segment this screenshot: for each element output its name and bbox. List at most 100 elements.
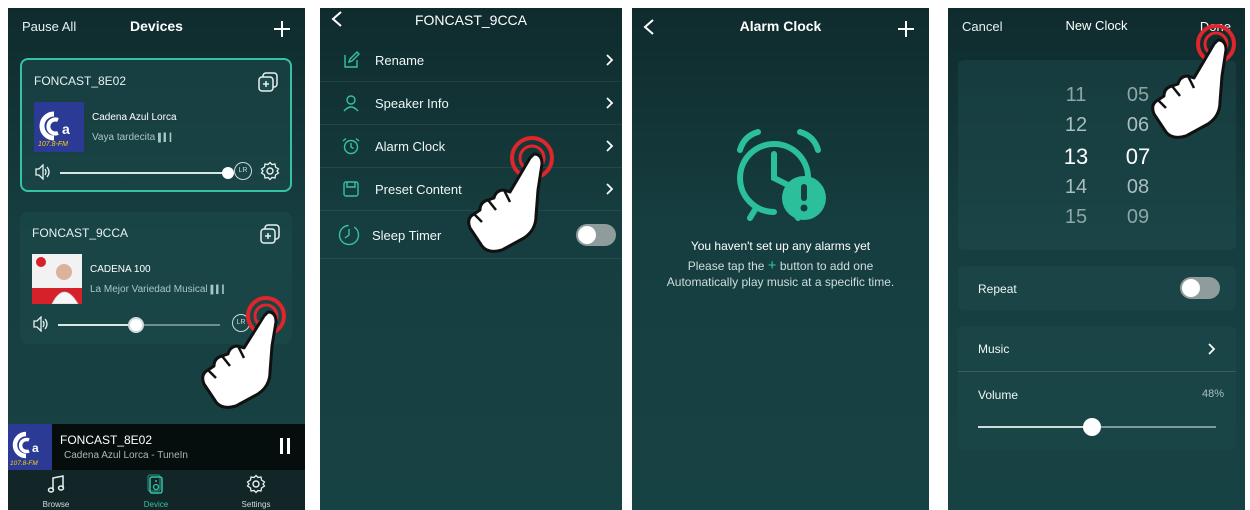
new-clock-header: Cancel New Clock Done <box>948 8 1245 48</box>
alarm-clock-header: Alarm Clock <box>632 8 929 48</box>
hour-option[interactable]: 11 <box>1056 84 1096 107</box>
svg-text:a: a <box>62 121 70 137</box>
new-clock-screen: Cancel New Clock Done 11 12 13 14 15 05 … <box>948 8 1245 510</box>
tab-settings[interactable]: Settings <box>216 474 296 509</box>
lr-channel-badge[interactable]: LR <box>234 162 252 180</box>
now-playing-bar[interactable]: a 107.8-FM FONCAST_8E02 Cadena Azul Lorc… <box>8 424 305 470</box>
station-subtitle: La Mejor Variedad Musical ▌▍▎ <box>90 284 229 295</box>
tab-label: Device <box>143 500 169 509</box>
hour-option[interactable]: 15 <box>1056 206 1096 229</box>
svg-text:107.8-FM: 107.8-FM <box>38 141 68 148</box>
toggle-knob <box>578 226 596 244</box>
cadena-100-logo <box>32 254 82 305</box>
volume-icon[interactable] <box>34 164 52 180</box>
music-note-icon <box>47 475 65 493</box>
menu-item-sleep-timer[interactable]: Sleep Timer <box>320 211 622 259</box>
music-label: Music <box>978 342 1010 356</box>
device-menu-header: FONCAST_9CCA <box>320 8 622 40</box>
volume-slider[interactable] <box>60 167 234 179</box>
minute-option[interactable]: 09 <box>1118 206 1158 229</box>
lr-channel-badge[interactable]: LR <box>232 314 250 332</box>
chevron-right-icon <box>606 97 614 109</box>
edit-icon <box>344 51 360 68</box>
hour-selected[interactable]: 13 <box>1056 144 1096 170</box>
add-alarm-button[interactable] <box>897 14 915 42</box>
menu-item-alarm-clock[interactable]: Alarm Clock <box>320 125 622 168</box>
now-playing-art: a 107.8-FM <box>8 424 52 470</box>
volume-knob[interactable] <box>222 167 234 179</box>
tab-device[interactable]: Device <box>116 474 196 509</box>
device-menu-screen: FONCAST_9CCA Rename Speaker Info Alarm C… <box>320 8 622 510</box>
plus-icon: + <box>767 257 777 274</box>
volume-slider[interactable] <box>58 319 220 331</box>
pause-icon[interactable] <box>279 438 291 454</box>
preset-icon <box>343 181 359 197</box>
menu-item-label: Preset Content <box>375 182 462 197</box>
tab-label: Settings <box>241 500 271 509</box>
menu-item-preset-content[interactable]: Preset Content <box>320 168 622 211</box>
group-icon[interactable] <box>258 72 278 92</box>
device-name: FONCAST_9CCA <box>32 226 129 240</box>
gear-icon[interactable] <box>258 313 278 333</box>
chevron-right-icon <box>606 183 614 195</box>
music-row[interactable]: Music <box>958 326 1236 372</box>
group-icon[interactable] <box>260 224 280 244</box>
volume-icon[interactable] <box>32 316 50 332</box>
svg-text:107.8-FM: 107.8-FM <box>10 460 38 467</box>
station-name: CADENA 100 <box>90 264 151 275</box>
device-card[interactable]: FONCAST_9CCA CADENA 100 La Mejor Varieda… <box>20 212 292 344</box>
person-icon <box>343 95 359 112</box>
devices-header: Pause All Devices <box>8 8 305 48</box>
device-card[interactable]: FONCAST_8E02 a 107.8-FM Cadena Azul Lorc… <box>20 58 292 192</box>
svg-text:a: a <box>32 441 39 455</box>
menu-item-label: Speaker Info <box>375 96 449 111</box>
sleep-timer-toggle[interactable] <box>576 224 616 246</box>
music-volume-panel: Music Volume 48% <box>958 326 1236 450</box>
volume-knob[interactable] <box>1083 418 1102 436</box>
page-title: Alarm Clock <box>739 18 822 34</box>
station-subtitle: Vaya tardecita ▌▍▎ <box>92 132 176 143</box>
repeat-label: Repeat <box>978 282 1017 296</box>
tab-label: Browse <box>42 500 70 509</box>
gear-icon <box>246 474 266 494</box>
speaker-icon <box>147 474 163 494</box>
alarm-warning-icon <box>737 129 826 221</box>
chevron-right-icon <box>606 140 614 152</box>
add-device-button[interactable] <box>273 14 291 42</box>
now-playing-subtitle: Cadena Azul Lorca - TuneIn <box>64 450 188 461</box>
repeat-row[interactable]: Repeat <box>958 266 1236 310</box>
empty-state-line1: You haven't set up any alarms yet <box>690 239 871 253</box>
station-name: Cadena Azul Lorca <box>92 112 177 123</box>
volume-knob[interactable] <box>129 319 142 331</box>
menu-item-label: Alarm Clock <box>375 139 446 154</box>
page-title: Devices <box>130 18 183 34</box>
empty-state-line2: Please tap the + button to add one <box>687 257 874 274</box>
tab-browse[interactable]: Browse <box>16 474 96 509</box>
alarm-clock-screen: Alarm Clock You haven't set up any alarm… <box>632 8 929 510</box>
gear-icon[interactable] <box>260 161 280 181</box>
station-logo: a 107.8-FM <box>34 102 84 152</box>
minute-option[interactable]: 05 <box>1118 84 1158 107</box>
menu-item-label: Rename <box>375 53 425 68</box>
minute-selected[interactable]: 07 <box>1118 144 1158 170</box>
repeat-toggle[interactable] <box>1180 277 1220 299</box>
station-logo <box>32 254 82 305</box>
timer-icon <box>338 224 360 246</box>
bottom-tab-bar: Browse Device Settings <box>8 470 305 510</box>
page-title: FONCAST_9CCA <box>414 12 528 28</box>
minute-option[interactable]: 08 <box>1118 176 1158 199</box>
now-playing-title: FONCAST_8E02 <box>60 433 153 447</box>
minute-option[interactable]: 06 <box>1118 114 1158 137</box>
device-name: FONCAST_8E02 <box>34 74 127 88</box>
hour-option[interactable]: 12 <box>1056 114 1096 137</box>
cadena-azul-logo: a 107.8-FM <box>34 102 84 152</box>
devices-screen: Pause All Devices FONCAST_8E02 a 107.8-F… <box>8 8 305 510</box>
done-button[interactable]: Done <box>1200 19 1231 34</box>
menu-item-speaker-info[interactable]: Speaker Info <box>320 82 622 125</box>
hour-option[interactable]: 14 <box>1056 176 1096 199</box>
volume-slider[interactable] <box>978 418 1216 436</box>
menu-item-rename[interactable]: Rename <box>320 39 622 82</box>
time-picker[interactable]: 11 12 13 14 15 05 06 07 08 09 <box>958 60 1236 250</box>
plus-icon <box>898 21 914 37</box>
chevron-right-icon <box>1208 343 1216 355</box>
